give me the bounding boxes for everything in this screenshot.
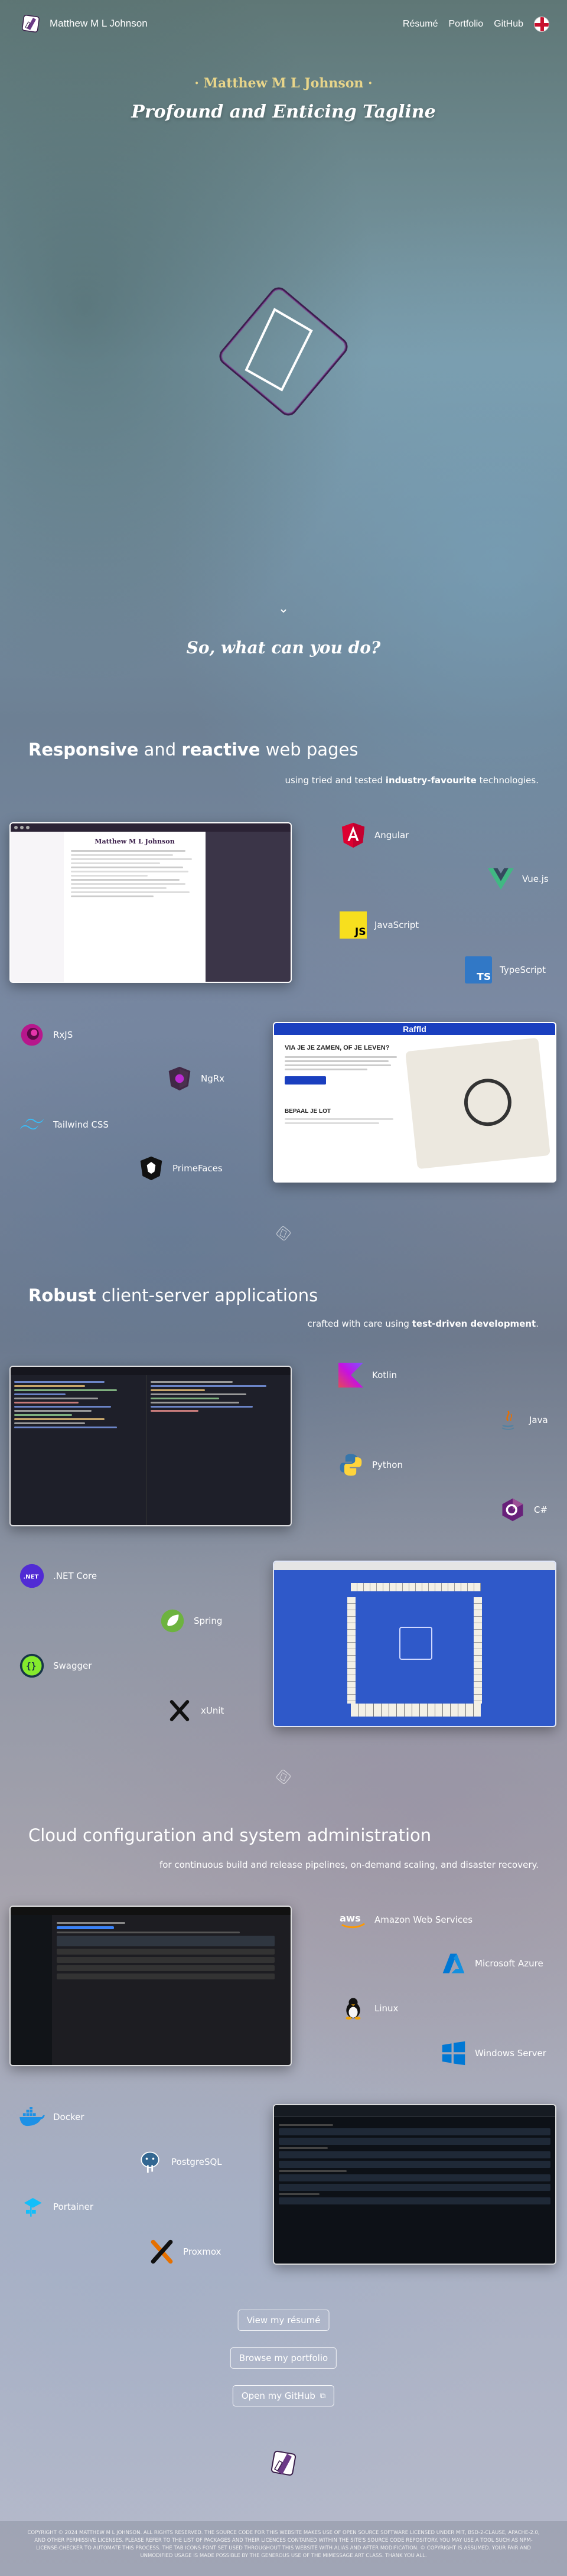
footer-logo-icon (271, 2450, 296, 2476)
windows-icon (439, 2039, 468, 2067)
scroll-down-chevron-icon[interactable]: ⌄ (276, 601, 291, 616)
resume-site-screenshot: Matthew M L Johnson (9, 822, 292, 983)
hero-logo-icon (219, 287, 348, 416)
section-web-subtitle: using tried and tested industry-favourit… (285, 775, 539, 786)
tech-postgresql: PostgreSQL (136, 2148, 222, 2176)
pipeline-screenshot (9, 1906, 292, 2066)
separator-logo-icon (276, 1226, 291, 1241)
javascript-icon: JS (339, 911, 367, 939)
tech-java: Java (494, 1406, 548, 1434)
docker-icon (18, 2103, 46, 2131)
brand-home-link[interactable]: Matthew M L Johnson (20, 13, 148, 34)
csharp-icon (498, 1496, 527, 1524)
tech-docker: Docker (18, 2103, 84, 2131)
nav-portfolio-link[interactable]: Portfolio (449, 19, 484, 30)
kotlin-icon (337, 1361, 365, 1389)
raffld-brand: Raffld (403, 1024, 426, 1034)
tech-aws: aws Amazon Web Services (339, 1906, 472, 1934)
raffld-site-screenshot: Raffld VIA JE JE ZAMEN, OF JE LEVEN? BEP… (273, 1022, 556, 1183)
proxmox-icon (148, 2238, 176, 2266)
logo-icon (22, 15, 40, 32)
tailwind-icon (18, 1110, 46, 1139)
view-resume-button[interactable]: View my résumé (237, 2310, 330, 2331)
raffld-sub: BEPAAL JE LOT (285, 1108, 331, 1115)
postgresql-icon (136, 2148, 164, 2176)
section-cloud-title: Cloud configuration and system administr… (28, 1825, 432, 1845)
svg-text:TS: TS (477, 971, 491, 983)
primefaces-icon (137, 1154, 165, 1183)
tech-javascript: JS JavaScript (339, 911, 419, 939)
ci-checks-screenshot (273, 2104, 556, 2265)
ide-screenshot (9, 1366, 292, 1526)
tech-ngrx: NgRx (165, 1064, 224, 1093)
section-cloud-subtitle: for continuous build and release pipelin… (159, 1859, 539, 1870)
xunit-icon (165, 1696, 194, 1725)
tech-spring: Spring (158, 1607, 222, 1635)
tech-angular: Angular (339, 821, 409, 849)
rxjs-icon (18, 1021, 46, 1049)
java-icon (494, 1406, 522, 1434)
tech-linux: Linux (339, 1994, 398, 2023)
brand-name: Matthew M L Johnson (50, 18, 148, 29)
tech-portainer: Portainer (18, 2193, 93, 2221)
tech-rxjs: RxJS (18, 1021, 73, 1049)
aws-icon: aws (339, 1906, 367, 1934)
spring-icon (158, 1607, 187, 1635)
hero-name: · Matthew M L Johnson · (194, 76, 373, 91)
browse-portfolio-button[interactable]: Browse my portfolio (230, 2347, 337, 2369)
svg-text:{}: {} (26, 1662, 37, 1672)
tech-primefaces: PrimeFaces (137, 1154, 223, 1183)
nav-links: Résumé Portfolio GitHub (403, 17, 549, 32)
portainer-icon (18, 2193, 46, 2221)
vuejs-icon (487, 865, 515, 893)
tech-typescript: TS TypeScript (464, 956, 546, 984)
copyright-notice: COPYRIGHT © 2024 MATTHEW M L JOHNSON. AL… (0, 2521, 567, 2576)
dotnet-icon: .NET (18, 1562, 46, 1590)
raffld-headline: VIA JE JE ZAMEN, OF JE LEVEN? (285, 1044, 390, 1051)
language-flag-icon[interactable] (534, 17, 549, 32)
tech-vuejs: Vue.js (487, 865, 549, 893)
svg-text:JS: JS (354, 926, 366, 938)
tech-windows-server: Windows Server (439, 2039, 546, 2067)
azure-icon (439, 1949, 468, 1978)
tech-dotnet: .NET .NET Core (18, 1562, 97, 1590)
svg-text:.NET: .NET (23, 1574, 38, 1581)
resume-name: Matthew M L Johnson (94, 838, 175, 845)
tech-python: Python (337, 1451, 403, 1479)
tech-xunit: xUnit (165, 1696, 224, 1725)
external-link-icon: ⧉ (320, 2391, 326, 2401)
swagger-icon: {} (18, 1652, 46, 1680)
tech-tailwind: Tailwind CSS (18, 1110, 109, 1139)
section-question: So, what can you do? (186, 638, 381, 657)
python-icon (337, 1451, 365, 1479)
tech-azure: Microsoft Azure (439, 1949, 543, 1978)
angular-icon (339, 821, 367, 849)
separator-logo-icon-2 (276, 1769, 291, 1784)
game-screenshot (273, 1561, 556, 1727)
section-web-title: Responsive and reactive web pages (28, 740, 359, 760)
nav-resume-link[interactable]: Résumé (403, 19, 438, 30)
tech-swagger: {} Swagger (18, 1652, 92, 1680)
section-server-subtitle: crafted with care using test-driven deve… (307, 1318, 539, 1329)
tech-kotlin: Kotlin (337, 1361, 397, 1389)
nav-github-link[interactable]: GitHub (494, 19, 523, 30)
ngrx-icon (165, 1064, 194, 1093)
open-github-button[interactable]: Open my GitHub ⧉ (232, 2385, 335, 2406)
tech-proxmox: Proxmox (148, 2238, 221, 2266)
linux-icon (339, 1994, 367, 2023)
tech-csharp: C# (498, 1496, 548, 1524)
hero-tagline: Profound and Enticing Tagline (131, 102, 436, 122)
section-server-title: Robust client-server applications (28, 1285, 318, 1305)
top-nav: Matthew M L Johnson Résumé Portfolio Git… (0, 0, 567, 46)
typescript-icon: TS (464, 956, 493, 984)
svg-text:aws: aws (340, 1913, 361, 1924)
